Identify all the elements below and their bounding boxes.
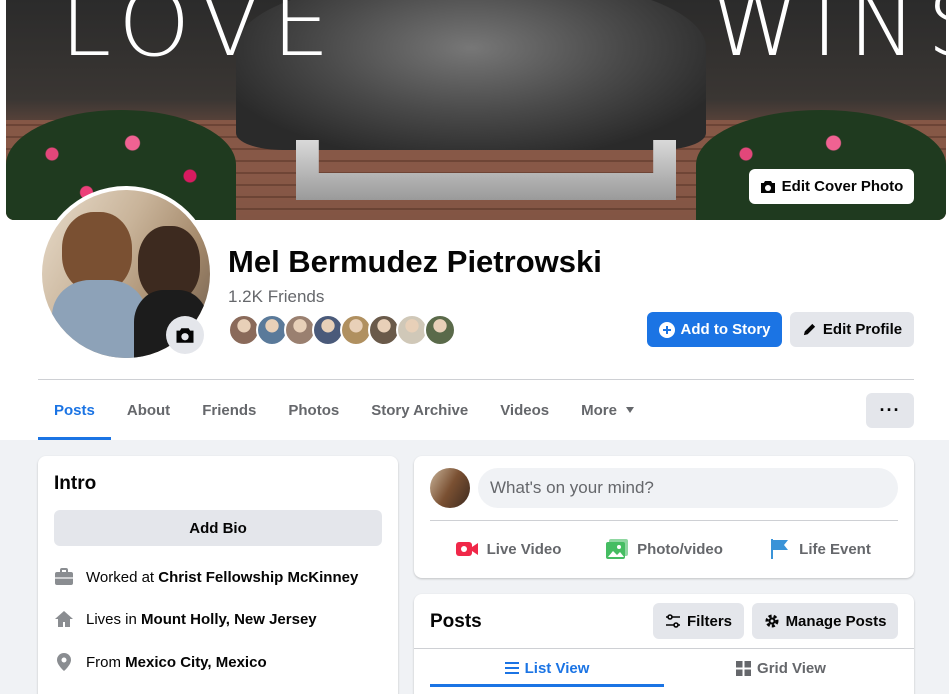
pencil-icon: [803, 323, 816, 336]
home-icon: [55, 611, 73, 627]
caret-down-icon: [625, 407, 634, 413]
intro-item-from: From Mexico City, Mexico: [54, 652, 267, 672]
composer-actions: Live Video Photo/video Life Event: [430, 528, 898, 570]
friends-count[interactable]: 1.2K Friends: [228, 287, 324, 307]
sliders-icon: [665, 614, 680, 628]
cover-word-wins: WINS: [710, 0, 946, 77]
add-bio-button[interactable]: Add Bio: [54, 510, 382, 546]
filters-button[interactable]: Filters: [653, 603, 744, 639]
gear-icon: [765, 614, 779, 628]
live-video-button[interactable]: Live Video: [430, 528, 586, 570]
posts-title: Posts: [430, 611, 482, 632]
avatar[interactable]: [430, 468, 470, 508]
intro-item-prefix: Worked at: [86, 568, 159, 586]
photo-icon: [606, 539, 629, 559]
life-event-button[interactable]: Life Event: [742, 528, 898, 570]
intro-title: Intro: [54, 473, 97, 494]
edit-profile-label: Edit Profile: [822, 321, 903, 338]
tab-photos[interactable]: Photos: [272, 380, 355, 440]
list-view-label: List View: [524, 659, 590, 677]
friend-avatar[interactable]: [424, 314, 456, 346]
status-input[interactable]: What's on your mind?: [478, 468, 898, 508]
tab-about[interactable]: About: [111, 380, 186, 440]
live-video-icon: [455, 542, 478, 556]
more-options-button[interactable]: ···: [866, 393, 914, 428]
tab-label: Videos: [500, 401, 550, 419]
tab-grid-view[interactable]: Grid View: [664, 649, 898, 687]
manage-posts-label: Manage Posts: [785, 612, 887, 630]
grid-view-label: Grid View: [757, 659, 826, 677]
photo-video-button[interactable]: Photo/video: [586, 528, 742, 570]
add-to-story-button[interactable]: Add to Story: [647, 312, 782, 347]
update-profile-picture-button[interactable]: [166, 316, 204, 354]
flag-icon: [771, 539, 789, 559]
manage-posts-button[interactable]: Manage Posts: [752, 603, 898, 639]
camera-icon: [176, 327, 194, 343]
briefcase-icon: [55, 568, 73, 585]
post-composer: What's on your mind? Live Video Photo/vi…: [414, 456, 914, 578]
location-pin-icon: [57, 653, 71, 671]
intro-item-value[interactable]: Christ Fellowship McKinney: [158, 569, 358, 586]
edit-cover-photo-button[interactable]: Edit Cover Photo: [749, 169, 914, 204]
tab-label: Story Archive: [371, 401, 469, 419]
tab-friends[interactable]: Friends: [186, 380, 272, 440]
tab-list-view[interactable]: List View: [430, 649, 664, 687]
grid-icon: [736, 660, 752, 676]
intro-item-value[interactable]: Mount Holly, New Jersey: [141, 611, 317, 628]
plus-circle-icon: [658, 321, 675, 338]
intro-item-value[interactable]: Mexico City, Mexico: [125, 654, 266, 671]
profile-name: Mel Bermudez Pietrowski: [228, 244, 602, 279]
photo-video-label: Photo/video: [637, 540, 723, 558]
tab-label: About: [126, 401, 171, 419]
add-to-story-label: Add to Story: [680, 321, 771, 338]
friend-avatars[interactable]: [228, 314, 456, 346]
tab-more[interactable]: More: [565, 380, 651, 440]
intro-item-prefix: Lives in: [86, 610, 142, 628]
tab-videos[interactable]: Videos: [484, 380, 565, 440]
intro-item-lives: Lives in Mount Holly, New Jersey: [54, 610, 317, 628]
edit-cover-photo-label: Edit Cover Photo: [781, 178, 904, 195]
intro-item-work: Worked at Christ Fellowship McKinney: [54, 568, 358, 586]
posts-view-tabs: List View Grid View: [430, 649, 898, 687]
live-video-label: Live Video: [486, 540, 562, 558]
tab-label: Photos: [288, 401, 340, 419]
list-icon: [504, 662, 519, 674]
intro-item-prefix: From: [86, 653, 126, 671]
profile-tabs: Posts About Friends Photos Story Archive…: [38, 380, 651, 440]
tab-label: Posts: [54, 401, 95, 419]
life-event-label: Life Event: [799, 540, 871, 558]
intro-card: Intro Add Bio Worked at Christ Fellowshi…: [38, 456, 398, 694]
tab-posts[interactable]: Posts: [38, 380, 111, 440]
filters-label: Filters: [686, 612, 732, 630]
composer-divider: [430, 520, 898, 521]
tab-label: More: [581, 401, 617, 419]
tab-story-archive[interactable]: Story Archive: [355, 380, 484, 440]
tab-label: Friends: [202, 401, 257, 419]
cover-word-love: LOVE: [60, 0, 340, 77]
camera-icon: [760, 180, 775, 193]
edit-profile-button[interactable]: Edit Profile: [790, 312, 914, 347]
posts-card: Posts Filters Manage Posts List View Gri…: [414, 594, 914, 694]
